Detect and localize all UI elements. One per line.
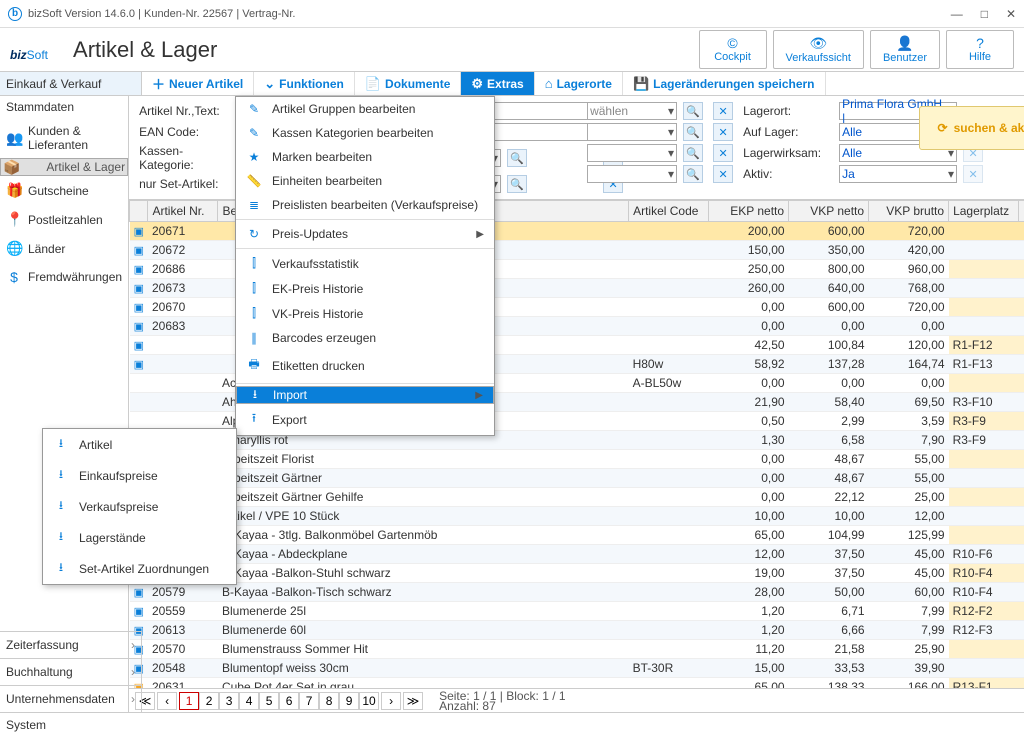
toolbar-lageränderungen-speichern[interactable]: 💾Lageränderungen speichern [623, 72, 826, 95]
filter-label: Artikel Nr.,Text: [139, 104, 229, 118]
sidebar-item[interactable]: 🌐Länder [0, 234, 128, 263]
menu-item[interactable]: ≣Preislisten bearbeiten (Verkaufspreise) [236, 193, 494, 217]
status-text: System [6, 718, 46, 732]
sidebar-item[interactable]: 📦Artikel & Lager [0, 158, 128, 176]
table-row[interactable]: ▣ 20578 B-Kayaa - 3tlg. Balkonmöbel Gart… [130, 526, 1024, 545]
menu-item[interactable]: ↻Preis-Updates▶ [236, 222, 494, 246]
menu-item[interactable]: ⫿Verkaufsstatistik [236, 251, 494, 276]
table-row[interactable]: ▣ 20570 Blumenstrauss Sommer Hit 11,20 2… [130, 640, 1024, 659]
pager-page[interactable]: 6 [279, 692, 299, 710]
column-header[interactable]: VKP netto [789, 201, 869, 222]
menu-item[interactable]: ★Marken bearbeiten [236, 145, 494, 169]
app-icon: b [8, 7, 22, 21]
table-row[interactable]: ▣ 20579 B-Kayaa -Balkon-Tisch schwarz 28… [130, 583, 1024, 602]
window-title: bizSoft Version 14.6.0 | Kunden-Nr. 2256… [28, 8, 295, 20]
header-button-verkaufssicht[interactable]: 👁Verkaufssicht [773, 30, 864, 69]
sidebar-item[interactable]: 🎁Gutscheine [0, 176, 128, 205]
submenu-item[interactable]: ⭳Lagerstände [43, 522, 236, 553]
sidebar-section[interactable]: Buchhaltung› [0, 658, 141, 685]
page-title: Artikel & Lager [73, 37, 217, 63]
table-row[interactable]: ▣ 20563 Arbeitszeit Florist 0,00 48,67 5… [130, 450, 1024, 469]
header-button-benutzer[interactable]: 👤Benutzer [870, 30, 940, 69]
pager-page[interactable]: 3 [219, 692, 239, 710]
submenu-item[interactable]: ⭳Artikel [43, 429, 236, 460]
pager-page[interactable]: 4 [239, 692, 259, 710]
column-header[interactable]: Auf Lager [1019, 201, 1024, 222]
pager-page[interactable]: 5 [259, 692, 279, 710]
column-header[interactable]: Artikel Nr. [148, 201, 218, 222]
close-icon[interactable]: ✕ [1006, 7, 1016, 21]
sidebar-heading: Stammdaten [0, 96, 128, 118]
submenu-item[interactable]: ⭳Einkaufspreise [43, 460, 236, 491]
table-row[interactable]: ▣ 20652 Artikel / VPE 10 Stück 10,00 10,… [130, 507, 1024, 526]
table-row[interactable]: ▣ 20580 B-Kayaa -Balkon-Stuhl schwarz 19… [130, 564, 1024, 583]
column-header[interactable]: Artikel Code [629, 201, 709, 222]
table-row[interactable]: ▣ 20633 Arbeitszeit Gärtner Gehilfe 0,00… [130, 488, 1024, 507]
column-header[interactable]: Lagerplatz [949, 201, 1019, 222]
column-header[interactable] [130, 201, 148, 222]
sidebar-item[interactable]: 📍Postleitzahlen [0, 205, 128, 234]
toolbar-lagerorte[interactable]: ⌂Lagerorte [535, 72, 623, 95]
sidebar-section[interactable]: Unternehmensdaten› [0, 685, 141, 712]
pager-last[interactable]: ≫ [403, 692, 423, 710]
pager-page[interactable]: 7 [299, 692, 319, 710]
pager-page[interactable]: 9 [339, 692, 359, 710]
header-button-hilfe[interactable]: ?Hilfe [946, 30, 1014, 69]
pager-next[interactable]: › [381, 692, 401, 710]
menu-item[interactable]: 🖶Etiketten drucken [236, 350, 494, 381]
pager-page[interactable]: 10 [359, 692, 379, 710]
table-row[interactable]: ▣ 20613 Blumenerde 60l 1,20 6,66 7,99 R1… [130, 621, 1024, 640]
toolbar-extras[interactable]: ⚙Extras [461, 72, 534, 95]
table-row[interactable]: ▣ 20562 Arbeitszeit Gärtner 0,00 48,67 5… [130, 469, 1024, 488]
toolbar-funktionen[interactable]: ⌄Funktionen [254, 72, 355, 95]
extras-menu: ✎Artikel Gruppen bearbeiten✎Kassen Kateg… [235, 96, 495, 436]
submenu-item[interactable]: ⭳Set-Artikel Zuordnungen [43, 553, 236, 584]
toolbar-section-label: Einkauf & Verkauf [0, 72, 142, 95]
pager-prev[interactable]: ‹ [157, 692, 177, 710]
header-button-cockpit[interactable]: ©Cockpit [699, 30, 767, 69]
table-row[interactable]: ▣ 20559 Blumenerde 25l 1,20 6,71 7,99 R1… [130, 602, 1024, 621]
minimize-icon[interactable]: — [951, 7, 963, 21]
toolbar-neuer-artikel[interactable]: ＋Neuer Artikel [142, 72, 254, 95]
menu-item[interactable]: ✎Kassen Kategorien bearbeiten [236, 121, 494, 145]
menu-item[interactable]: ⭳Import▶ [236, 386, 494, 404]
sidebar-item[interactable]: 👥Kunden & Lieferanten [0, 118, 128, 158]
table-row[interactable]: ▣ 20548 Blumentopf weiss 30cm BT-30R 15,… [130, 659, 1024, 678]
submenu-item[interactable]: ⭳Verkaufspreise [43, 491, 236, 522]
sidebar-section[interactable]: Zeiterfassung› [0, 631, 141, 658]
pager-page[interactable]: 8 [319, 692, 339, 710]
menu-item[interactable]: ⫿VK-Preis Historie [236, 301, 494, 326]
menu-item[interactable]: ∥Barcodes erzeugen [236, 326, 494, 350]
table-row[interactable]: ▣ 20617 B-Kayaa - Abdeckplane 12,00 37,5… [130, 545, 1024, 564]
menu-item[interactable]: ⭱Export [236, 404, 494, 435]
refresh-icon: ⟳ [938, 121, 948, 135]
search-button[interactable]: ⟳suchen & aktualisieren [919, 106, 1024, 150]
menu-item[interactable]: 📏Einheiten bearbeiten [236, 169, 494, 193]
menu-item[interactable]: ✎Artikel Gruppen bearbeiten [236, 97, 494, 121]
column-header[interactable]: EKP netto [709, 201, 789, 222]
maximize-icon[interactable]: □ [981, 7, 988, 21]
pager-page[interactable]: 2 [199, 692, 219, 710]
column-header[interactable]: VKP brutto [869, 201, 949, 222]
logo: bizSoft [10, 34, 48, 66]
pager-page[interactable]: 1 [179, 692, 199, 710]
menu-item[interactable]: ⫿EK-Preis Historie [236, 276, 494, 301]
toolbar-dokumente[interactable]: 📄Dokumente [355, 72, 462, 95]
import-submenu: ⭳Artikel⭳Einkaufspreise⭳Verkaufspreise⭳L… [42, 428, 237, 585]
table-row[interactable]: ▣ 20631 Cube Pot 4er Set in grau 65,00 1… [130, 678, 1024, 689]
sidebar-item[interactable]: $Fremdwährungen [0, 263, 128, 291]
